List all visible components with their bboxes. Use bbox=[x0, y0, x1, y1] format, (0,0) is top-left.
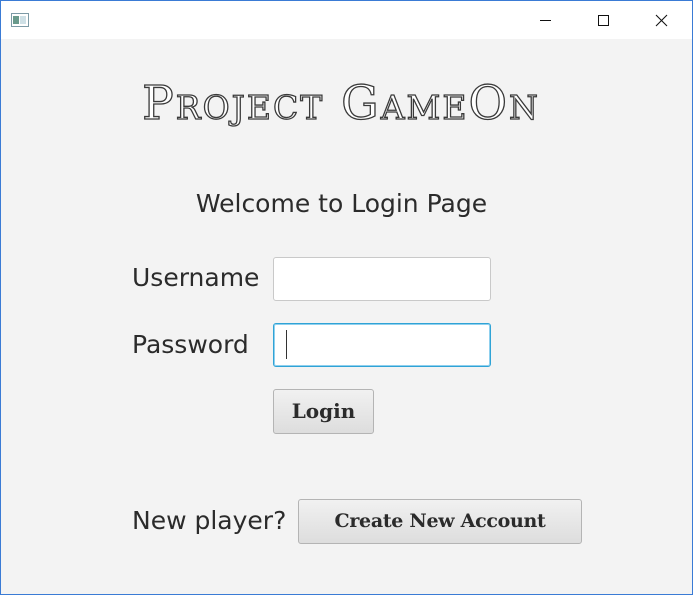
welcome-heading: Welcome to Login Page bbox=[195, 189, 488, 218]
login-button[interactable]: Login bbox=[273, 389, 374, 434]
close-button[interactable] bbox=[632, 1, 690, 39]
username-input[interactable] bbox=[273, 257, 491, 301]
password-label: Password bbox=[132, 330, 249, 359]
minimize-button[interactable] bbox=[516, 1, 574, 39]
app-title-text: Project GameOn bbox=[142, 76, 540, 131]
password-input[interactable] bbox=[273, 323, 491, 367]
title-bar[interactable] bbox=[1, 1, 692, 39]
app-window-icon bbox=[11, 13, 29, 27]
app-window: Project GameOn Welcome to Login Page Use… bbox=[0, 0, 693, 595]
text-cursor bbox=[286, 330, 287, 359]
create-account-button[interactable]: Create New Account bbox=[298, 499, 582, 544]
new-player-label: New player? bbox=[132, 506, 287, 535]
app-title: Project GameOn bbox=[1, 67, 692, 137]
username-label: Username bbox=[132, 263, 260, 292]
maximize-button[interactable] bbox=[574, 1, 632, 39]
